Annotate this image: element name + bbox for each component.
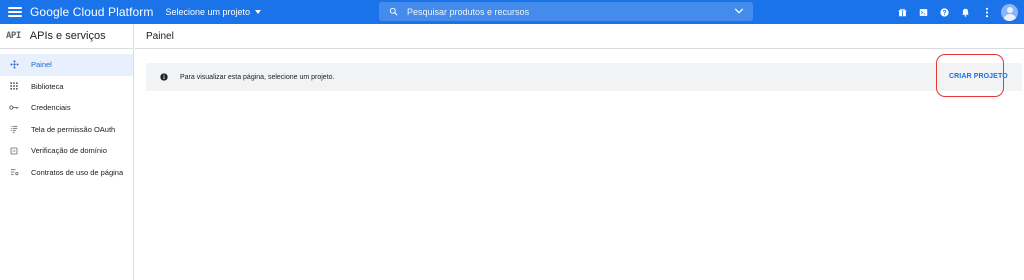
top-actions: [892, 0, 1024, 24]
sidebar-item-biblioteca[interactable]: Biblioteca: [0, 76, 133, 98]
create-project-button[interactable]: CRIAR PROJETO: [949, 73, 1008, 80]
avatar-icon[interactable]: [1001, 3, 1018, 21]
sidebar-item-label: Credenciais: [31, 103, 71, 113]
sidebar-header: API APIs e serviços: [0, 24, 133, 49]
top-app-bar: Google Cloud Platform Selecione um proje…: [0, 0, 1024, 24]
sidebar-title: APIs e serviços: [29, 30, 106, 42]
bell-icon[interactable]: [955, 0, 976, 24]
checkbox-icon: [9, 146, 19, 156]
sidebar-item-label: Tela de permissão OAuth: [31, 124, 116, 134]
info-icon: [160, 73, 168, 81]
project-selector[interactable]: Selecione um projeto: [166, 7, 262, 17]
sidebar-nav: Painel Biblioteca Credenciais Tela de pe…: [0, 49, 133, 183]
main-content: Painel Para visualizar esta página, sele…: [135, 24, 1024, 280]
help-icon[interactable]: [934, 0, 955, 24]
sidebar-item-tela-permissao-oauth[interactable]: Tela de permissão OAuth: [0, 119, 133, 141]
page-title: Painel: [146, 30, 174, 42]
caret-down-icon: [255, 10, 262, 14]
grid-icon: [9, 81, 19, 91]
chevron-down-icon[interactable]: [734, 7, 744, 15]
sidebar-item-label: Contratos de uso de página: [31, 167, 124, 177]
key-icon: [9, 103, 19, 113]
select-project-banner: Para visualizar esta página, selecione u…: [146, 63, 1022, 91]
project-selector-label: Selecione um projeto: [165, 7, 251, 17]
sidebar-item-label: Verificação de domínio: [31, 146, 107, 156]
search-input[interactable]: [407, 6, 707, 17]
sidebar-item-painel[interactable]: Painel: [0, 54, 133, 76]
terminal-icon[interactable]: [913, 0, 934, 24]
sidebar: API APIs e serviços Painel Biblioteca Cr…: [0, 24, 134, 280]
gift-icon[interactable]: [892, 0, 913, 24]
sidebar-item-contratos-uso-pagina[interactable]: Contratos de uso de página: [0, 162, 133, 184]
banner-message: Para visualizar esta página, selecione u…: [180, 73, 335, 81]
sidebar-item-credenciais[interactable]: Credenciais: [0, 97, 133, 119]
api-logo: API: [6, 31, 21, 41]
more-vert-icon[interactable]: [976, 0, 997, 24]
sidebar-item-label: Painel: [31, 60, 52, 70]
search-icon: [389, 7, 398, 16]
brand-title[interactable]: Google Cloud Platform: [30, 5, 154, 19]
page-header: Painel: [135, 24, 1024, 49]
settings-list-icon: [9, 167, 19, 177]
consent-list-icon: [9, 124, 19, 134]
menu-icon[interactable]: [8, 7, 22, 17]
sidebar-item-label: Biblioteca: [31, 81, 64, 91]
sidebar-item-verificacao-dominio[interactable]: Verificação de domínio: [0, 140, 133, 162]
dashboard-icon: [9, 60, 19, 70]
search-bar[interactable]: [379, 2, 753, 21]
